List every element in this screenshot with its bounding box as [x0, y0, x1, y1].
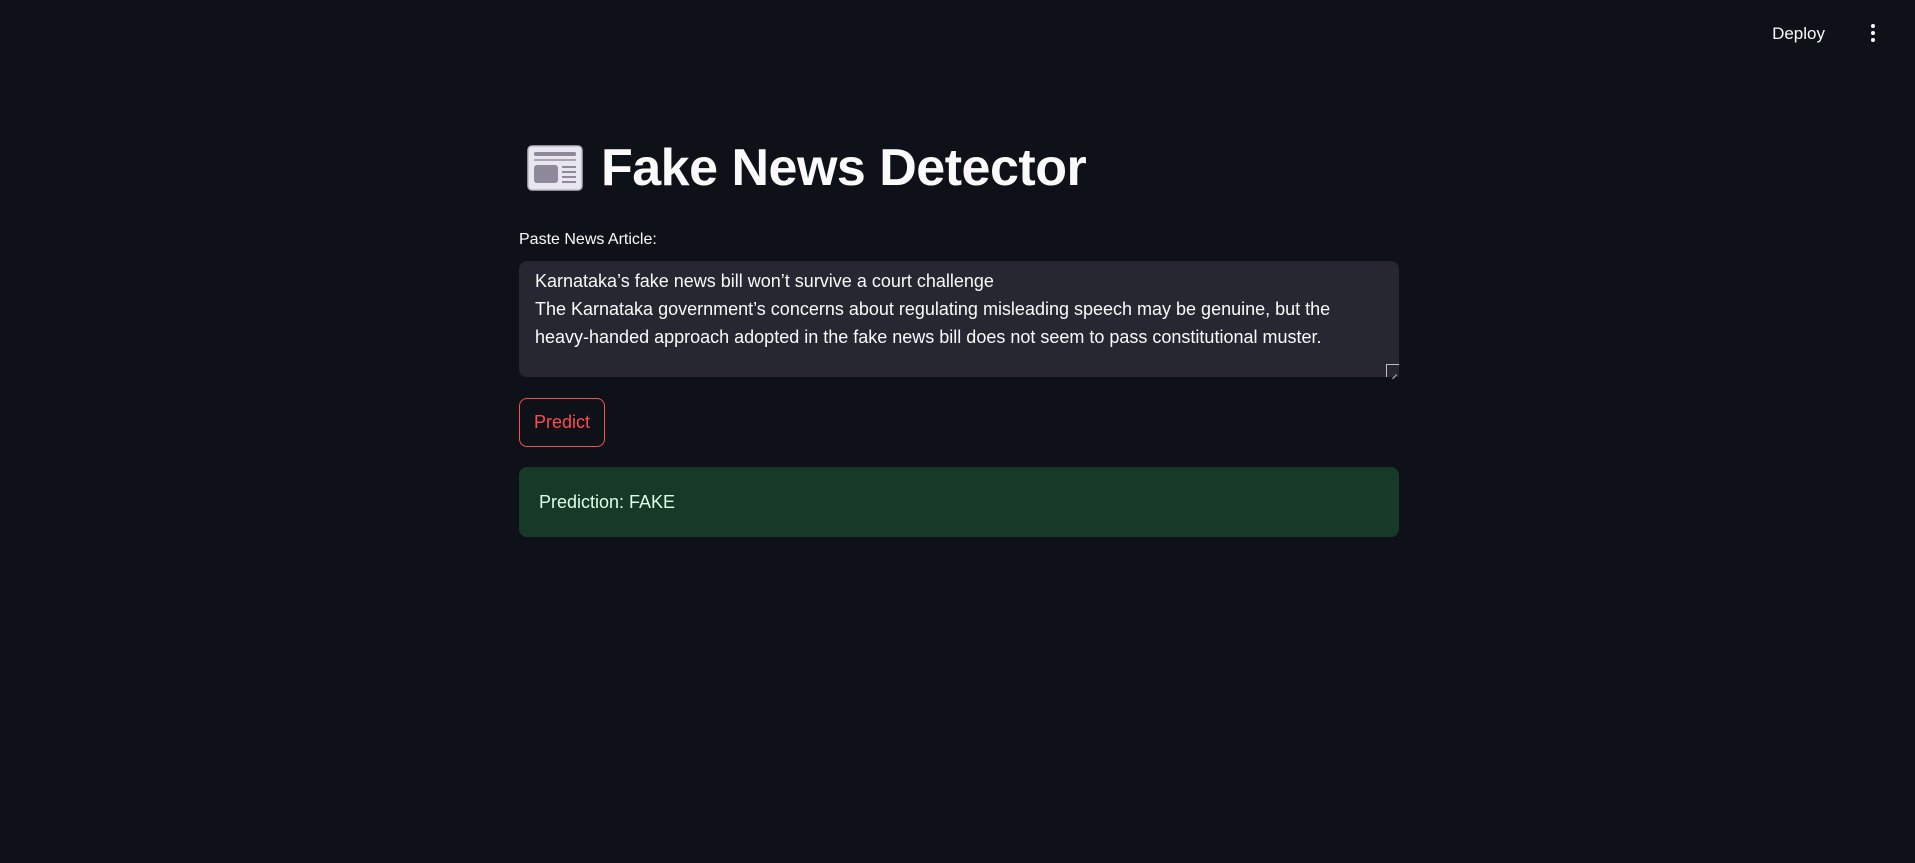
prediction-result-alert: Prediction: FAKE [519, 467, 1399, 537]
resize-handle-icon[interactable] [1386, 364, 1399, 377]
prediction-result-text: Prediction: FAKE [539, 491, 676, 512]
deploy-button[interactable]: Deploy [1766, 20, 1831, 48]
article-input-label: Paste News Article: [519, 231, 657, 248]
page-title: Fake News Detector [601, 139, 1087, 197]
article-text[interactable]: Karnataka’s fake news bill won’t survive… [535, 267, 1383, 351]
predict-button[interactable]: Predict [519, 398, 606, 447]
title-row: Fake News Detector [527, 138, 1087, 198]
article-textarea[interactable]: Karnataka’s fake news bill won’t survive… [519, 261, 1399, 377]
newspaper-icon [527, 145, 583, 191]
top-toolbar: Deploy [0, 0, 1915, 66]
more-vertical-icon[interactable] [1863, 20, 1883, 46]
